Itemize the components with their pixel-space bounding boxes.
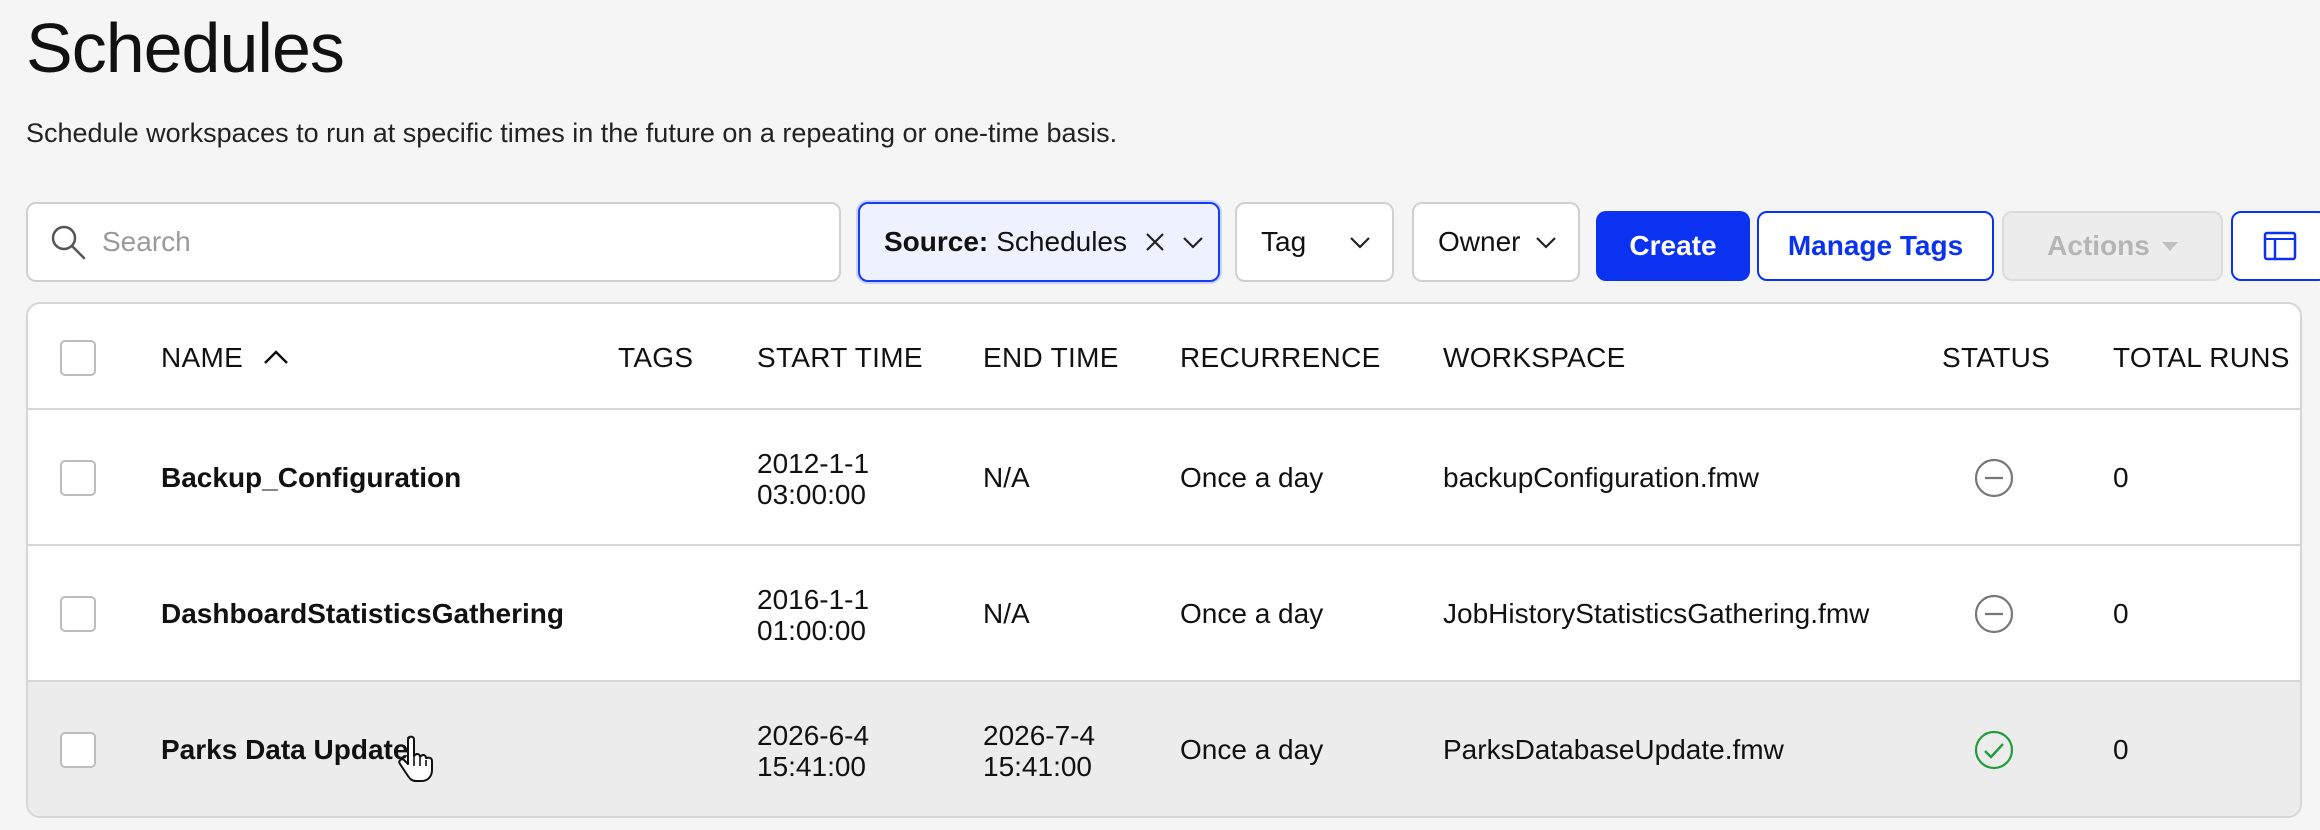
hand-pointer-icon	[398, 735, 433, 782]
search-icon	[51, 225, 86, 260]
schedules-table: NAME TAGS START TIME END TIME RECURRENCE…	[26, 302, 2302, 818]
header-workspace[interactable]: WORKSPACE	[1443, 342, 1626, 374]
workspace: ParksDatabaseUpdate.fmw	[1443, 734, 1784, 765]
check-circle-icon	[1974, 730, 2014, 770]
chevron-up-icon	[264, 350, 289, 364]
total-runs: 0	[2113, 598, 2129, 629]
table-row[interactable]: DashboardStatisticsGathering 2016-1-1 01:…	[28, 546, 2300, 682]
create-button[interactable]: Create	[1596, 211, 1750, 281]
search-box[interactable]	[26, 202, 841, 282]
chevron-down-icon[interactable]	[1179, 228, 1207, 256]
search-input[interactable]	[102, 226, 802, 258]
close-icon[interactable]	[1141, 228, 1169, 256]
schedule-name[interactable]: DashboardStatisticsGathering	[161, 598, 564, 629]
tag-filter-label: Tag	[1261, 226, 1307, 257]
header-recurrence[interactable]: RECURRENCE	[1180, 342, 1381, 374]
select-all-checkbox[interactable]	[60, 340, 96, 376]
owner-filter-dropdown[interactable]: Owner	[1412, 202, 1580, 282]
table-row[interactable]: Backup_Configuration 2012-1-1 03:00:00 N/…	[28, 410, 2300, 546]
start-time: 2016-1-1 01:00:00	[757, 584, 870, 646]
minus-circle-icon	[1974, 458, 2014, 498]
header-tags[interactable]: TAGS	[618, 342, 693, 374]
end-time: N/A	[983, 598, 1030, 629]
start-time: 2012-1-1 03:00:00	[757, 448, 870, 510]
header-end-time[interactable]: END TIME	[983, 342, 1119, 374]
recurrence: Once a day	[1180, 598, 1324, 629]
row-checkbox[interactable]	[60, 460, 96, 496]
minus-circle-icon	[1974, 594, 2014, 634]
page-description: Schedule workspaces to run at specific t…	[26, 118, 1118, 148]
end-time: N/A	[983, 462, 1030, 493]
start-time: 2026-6-4 15:41:00	[757, 720, 870, 782]
workspace: JobHistoryStatisticsGathering.fmw	[1443, 598, 1870, 629]
header-status[interactable]: STATUS	[1942, 342, 2050, 374]
table-row[interactable]: Parks Data Update 2026-6-4 15:41:00 2026-…	[28, 682, 2300, 816]
owner-filter-label: Owner	[1438, 226, 1521, 257]
manage-tags-button[interactable]: Manage Tags	[1757, 211, 1994, 281]
chevron-down-icon	[1350, 237, 1370, 249]
end-time: 2026-7-4 15:41:00	[983, 720, 1096, 782]
header-start-time[interactable]: START TIME	[757, 342, 923, 374]
chevron-down-icon	[1536, 237, 1556, 249]
total-runs: 0	[2113, 462, 2129, 493]
columns-toggle-button[interactable]	[2231, 211, 2320, 281]
table-header: NAME TAGS START TIME END TIME RECURRENCE…	[28, 304, 2300, 410]
source-filter-key: Source:	[884, 226, 989, 257]
header-total-runs[interactable]: TOTAL RUNS	[2113, 342, 2290, 374]
source-filter-chip[interactable]: Source: Schedules	[858, 202, 1220, 282]
actions-label: Actions	[2047, 230, 2150, 261]
recurrence: Once a day	[1180, 462, 1324, 493]
schedule-name[interactable]: Parks Data Update	[161, 734, 408, 765]
header-name[interactable]: NAME	[161, 342, 291, 374]
row-checkbox[interactable]	[60, 596, 96, 632]
recurrence: Once a day	[1180, 734, 1324, 765]
total-runs: 0	[2113, 734, 2129, 765]
page-title: Schedules	[26, 9, 345, 87]
workspace: backupConfiguration.fmw	[1443, 462, 1759, 493]
tag-filter-dropdown[interactable]: Tag	[1235, 202, 1394, 282]
caret-down-icon	[2161, 241, 2178, 251]
columns-panel-icon	[2263, 231, 2296, 261]
schedule-name[interactable]: Backup_Configuration	[161, 462, 461, 493]
source-filter-value: Schedules	[996, 226, 1128, 257]
actions-button[interactable]: Actions	[2002, 211, 2223, 281]
row-checkbox[interactable]	[60, 732, 96, 768]
